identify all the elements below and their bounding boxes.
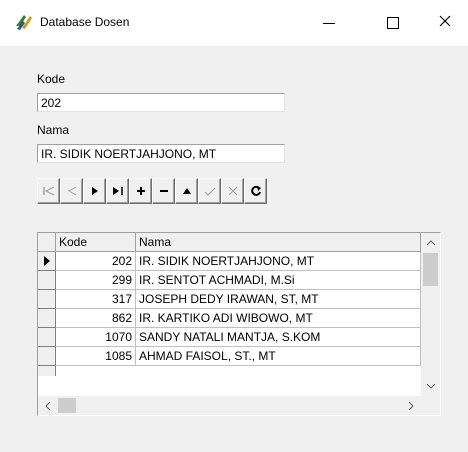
- nav-insert-button[interactable]: [129, 178, 152, 204]
- minimize-icon: [323, 22, 335, 24]
- cell-nama[interactable]: AHMAD FAISOL, ST., MT: [136, 347, 421, 366]
- prior-record-icon: [67, 186, 77, 196]
- first-record-icon: [42, 186, 55, 196]
- row-indicator[interactable]: [38, 290, 56, 309]
- nav-last-button[interactable]: [106, 178, 129, 204]
- nama-field[interactable]: IR. SIDIK NOERTJAHJONO, MT: [37, 144, 285, 163]
- close-icon: [439, 14, 451, 32]
- horizontal-scrollbar[interactable]: [38, 396, 421, 415]
- grid-body: Kode Nama 202 IR. SIDIK NOERTJAHJONO, MT 2…: [38, 233, 421, 396]
- scroll-up-icon[interactable]: [421, 233, 440, 252]
- nav-cancel-button[interactable]: [221, 178, 244, 204]
- vertical-scroll-thumb[interactable]: [423, 253, 438, 286]
- grid-header-kode[interactable]: Kode: [56, 233, 136, 252]
- cell-nama[interactable]: SANDY NATALI MANTJA, S.KOM: [136, 328, 421, 347]
- vertical-scrollbar[interactable]: [421, 233, 440, 396]
- row-indicator[interactable]: [38, 309, 56, 328]
- row-indicator: [38, 366, 56, 376]
- grid-header-nama[interactable]: Nama: [136, 233, 421, 252]
- minus-icon: [159, 186, 169, 196]
- plus-icon: [136, 186, 146, 196]
- db-navigator: [37, 178, 267, 204]
- cell-kode[interactable]: 1070: [56, 328, 136, 347]
- nav-refresh-button[interactable]: [244, 178, 267, 204]
- cell-nama[interactable]: IR. SENTOT ACHMADI, M.Si: [136, 271, 421, 290]
- title-bar: Database Dosen: [0, 0, 468, 46]
- scroll-right-icon[interactable]: [402, 396, 421, 415]
- row-indicator[interactable]: [38, 328, 56, 347]
- maximize-icon: [387, 17, 399, 29]
- window-title: Database Dosen: [40, 15, 130, 29]
- maximize-button[interactable]: [370, 0, 416, 46]
- nav-prior-button[interactable]: [60, 178, 83, 204]
- cell-kode[interactable]: 299: [56, 271, 136, 290]
- kode-field[interactable]: 202: [37, 93, 285, 112]
- refresh-icon: [250, 185, 262, 197]
- next-record-icon: [90, 186, 100, 196]
- scroll-corner: [421, 396, 440, 415]
- row-indicator[interactable]: [38, 252, 56, 271]
- scroll-left-icon[interactable]: [38, 396, 57, 415]
- row-indicator[interactable]: [38, 347, 56, 366]
- minimize-button[interactable]: [306, 0, 352, 46]
- nav-next-button[interactable]: [83, 178, 106, 204]
- nav-edit-button[interactable]: [175, 178, 198, 204]
- cell-kode[interactable]: 862: [56, 309, 136, 328]
- row-indicator[interactable]: [38, 271, 56, 290]
- grid-header-indicator: [38, 233, 56, 252]
- current-row-icon: [43, 256, 50, 266]
- nama-label: Nama: [37, 123, 70, 137]
- close-button[interactable]: [422, 0, 468, 46]
- nav-first-button[interactable]: [37, 178, 60, 204]
- edit-triangle-icon: [182, 186, 192, 196]
- last-record-icon: [112, 186, 124, 196]
- kode-label: Kode: [37, 72, 66, 86]
- cancel-x-icon: [228, 186, 238, 196]
- cell-kode[interactable]: 1085: [56, 347, 136, 366]
- cell-nama[interactable]: JOSEPH DEDY IRAWAN, ST, MT: [136, 290, 421, 309]
- app-icon: [14, 12, 34, 32]
- scroll-down-icon[interactable]: [421, 377, 440, 396]
- cell-nama[interactable]: IR. SIDIK NOERTJAHJONO, MT: [136, 252, 421, 271]
- nav-post-button[interactable]: [198, 178, 221, 204]
- cell-kode[interactable]: 202: [56, 252, 136, 271]
- cell-nama[interactable]: IR. KARTIKO ADI WIBOWO, MT: [136, 309, 421, 328]
- data-grid[interactable]: Kode Nama 202 IR. SIDIK NOERTJAHJONO, MT 2…: [37, 232, 441, 416]
- horizontal-scroll-thumb[interactable]: [58, 398, 76, 413]
- nav-delete-button[interactable]: [152, 178, 175, 204]
- check-icon: [204, 186, 216, 196]
- cell-kode[interactable]: 317: [56, 290, 136, 309]
